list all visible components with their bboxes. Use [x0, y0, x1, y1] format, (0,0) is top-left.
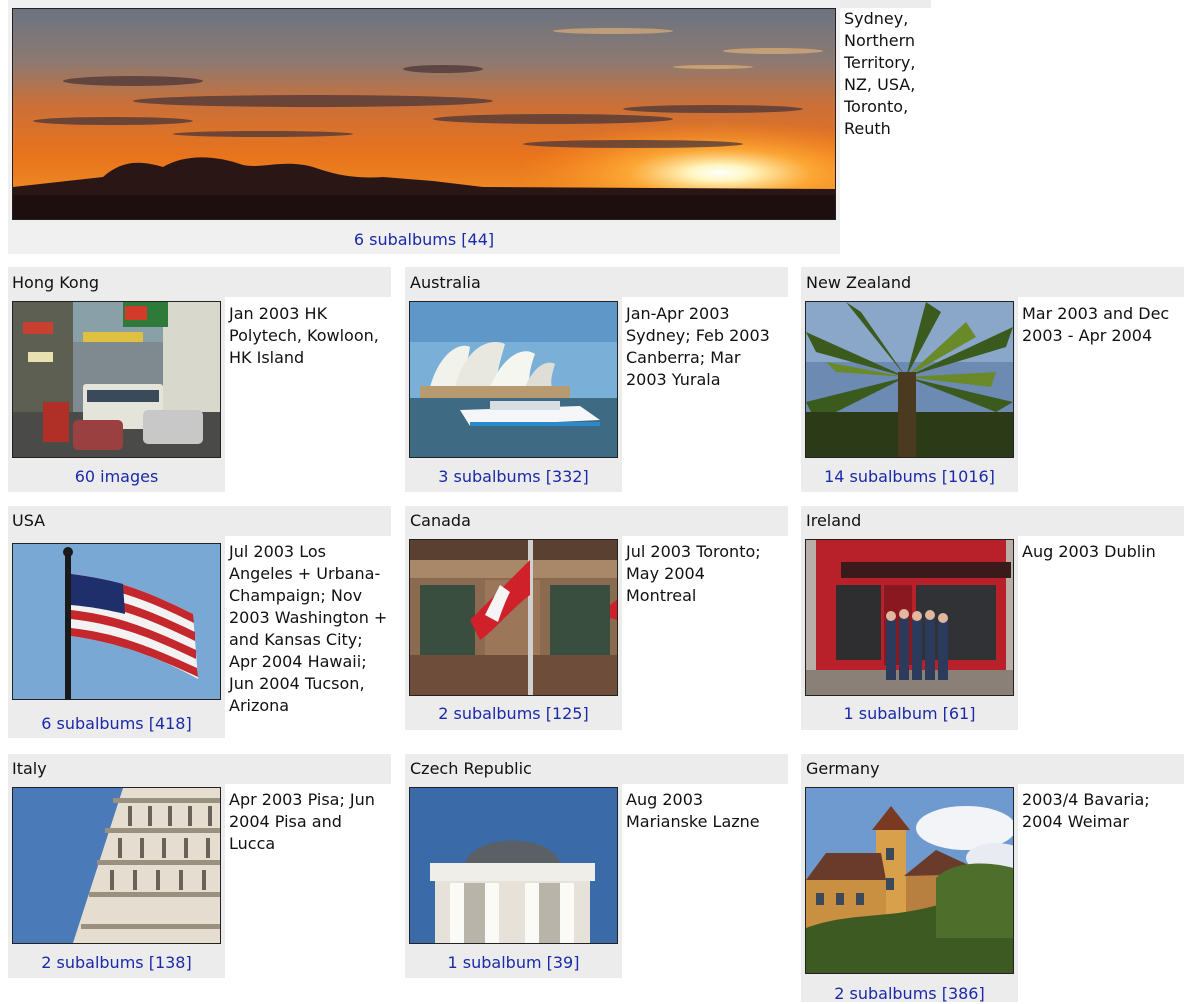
czech-republic-thumbnail[interactable]: [409, 787, 618, 944]
top-album-subalbums-link[interactable]: 6 subalbums [44]: [8, 230, 840, 250]
top-album-description: Sydney, Northern Territory, NZ, USA, Tor…: [844, 9, 916, 138]
album-description: Jan 2003 HK Polytech, Kowloon, HK Island: [229, 304, 379, 367]
album-link-italy[interactable]: 2 subalbums [138]: [8, 953, 225, 973]
usa-thumbnail[interactable]: [12, 543, 221, 700]
germany-thumbnail[interactable]: [805, 787, 1014, 974]
bavarian-castle-photo: [806, 788, 1013, 973]
sunset-panorama-image: [13, 9, 835, 219]
album-title-new-zealand[interactable]: New Zealand: [806, 273, 911, 293]
album-title-usa[interactable]: USA: [12, 511, 45, 531]
hong-kong-thumbnail[interactable]: [12, 301, 221, 458]
canada-thumbnail[interactable]: [409, 539, 618, 696]
album-title-germany[interactable]: Germany: [806, 759, 880, 779]
album-description: 2003/4 Bavaria; 2004 Weimar: [1022, 790, 1150, 831]
temple-bar-photo: [806, 540, 1013, 695]
album-description: Jan-Apr 2003 Sydney; Feb 2003 Canberra; …: [626, 304, 770, 389]
album-title-canada[interactable]: Canada: [410, 511, 471, 531]
hong-kong-street-photo: [13, 302, 220, 457]
album-description: Apr 2003 Pisa; Jun 2004 Pisa and Lucca: [229, 790, 375, 853]
album-header-bar: [8, 754, 391, 784]
us-flag-photo: [13, 544, 220, 699]
album-link-czech-republic[interactable]: 1 subalbum [39]: [405, 953, 622, 973]
album-link-ireland[interactable]: 1 subalbum [61]: [801, 704, 1018, 724]
sunset-panorama-thumbnail[interactable]: [12, 8, 836, 220]
album-description: Aug 2003 Marianske Lazne: [626, 790, 760, 831]
album-description: Aug 2003 Dublin: [1022, 542, 1156, 561]
album-header-bar: [8, 506, 391, 536]
album-title-australia[interactable]: Australia: [410, 273, 481, 293]
album-link-hong-kong[interactable]: 60 images: [8, 467, 225, 487]
leaning-tower-photo: [13, 788, 220, 943]
album-title-hong-kong[interactable]: Hong Kong: [12, 273, 99, 293]
album-description: Jul 2003 Los Angeles + Urbana-Champaign;…: [229, 542, 388, 715]
colonnade-dome-photo: [410, 788, 617, 943]
sydney-opera-house-photo: [410, 302, 617, 457]
canada-flag-photo: [410, 540, 617, 695]
album-description: Jul 2003 Toronto; May 2004 Montreal: [626, 542, 761, 605]
album-link-usa[interactable]: 6 subalbums [418]: [8, 714, 225, 734]
album-title-ireland[interactable]: Ireland: [806, 511, 861, 531]
ireland-thumbnail[interactable]: [805, 539, 1014, 696]
new-zealand-thumbnail[interactable]: [805, 301, 1014, 458]
album-title-czech-republic[interactable]: Czech Republic: [410, 759, 532, 779]
tree-fern-photo: [806, 302, 1013, 457]
album-description: Mar 2003 and Dec 2003 - Apr 2004: [1022, 304, 1170, 345]
album-link-new-zealand[interactable]: 14 subalbums [1016]: [801, 467, 1018, 487]
album-title-italy[interactable]: Italy: [12, 759, 47, 779]
album-link-canada[interactable]: 2 subalbums [125]: [405, 704, 622, 724]
italy-thumbnail[interactable]: [12, 787, 221, 944]
album-link-germany[interactable]: 2 subalbums [386]: [801, 984, 1018, 1004]
australia-thumbnail[interactable]: [409, 301, 618, 458]
album-link-australia[interactable]: 3 subalbums [332]: [405, 467, 622, 487]
